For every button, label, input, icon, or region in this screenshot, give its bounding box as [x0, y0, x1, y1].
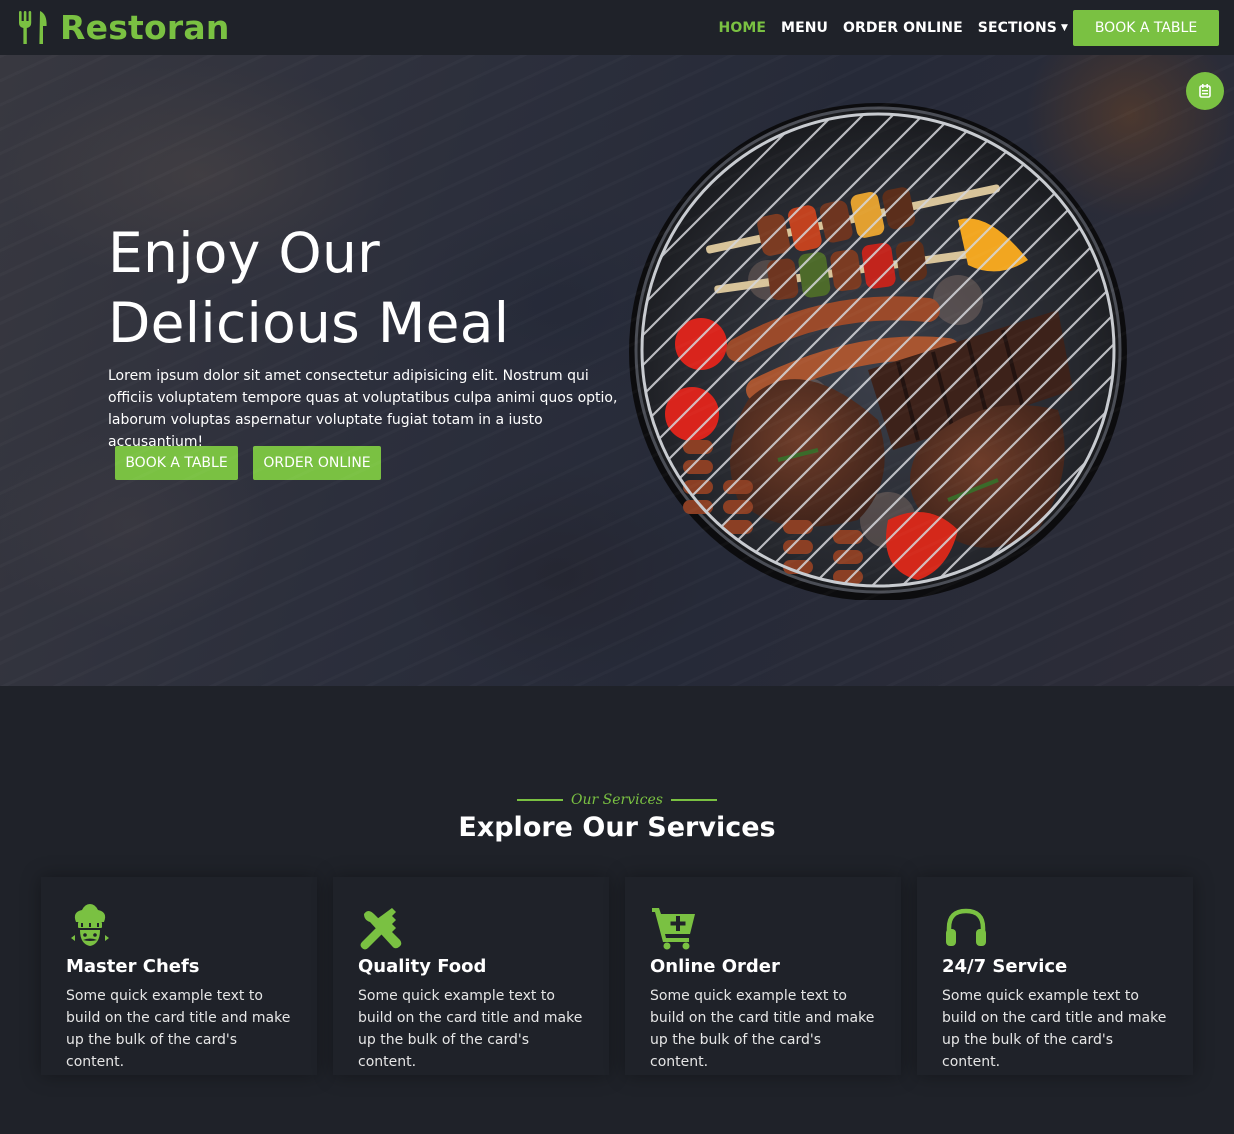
utensils-icon	[19, 11, 47, 44]
service-card-master-chefs[interactable]: Master Chefs Some quick example text to …	[41, 877, 317, 1075]
card-title: Online Order	[650, 956, 780, 977]
navbar: Restoran HOME MENU ORDER ONLINE SECTIONS…	[0, 0, 1234, 55]
card-title: Master Chefs	[66, 956, 200, 977]
service-card-online-order[interactable]: Online Order Some quick example text to …	[625, 877, 901, 1075]
cart-plus-icon	[652, 908, 695, 950]
hero-description: Lorem ipsum dolor sit amet consectetur a…	[108, 368, 618, 450]
nav-order-online[interactable]: ORDER ONLINE	[843, 20, 963, 36]
card-title: Quality Food	[358, 956, 487, 977]
services-section: Our Services Explore Our Services Master…	[0, 686, 1234, 1134]
hero-book-table-button[interactable]: BOOK A TABLE	[115, 446, 238, 480]
hero-title-line-2: Delicious Meal	[108, 291, 510, 355]
card-text: Some quick example text to build on the …	[942, 988, 1167, 1070]
service-card-24-7-service[interactable]: 24/7 Service Some quick example text to …	[917, 877, 1193, 1075]
card-text: Some quick example text to build on the …	[358, 988, 583, 1070]
nav-sections-dropdown[interactable]: SECTIONS ▼	[978, 20, 1068, 36]
brand-name: Restoran	[60, 8, 230, 47]
nav-home[interactable]: HOME	[719, 20, 767, 36]
hero-title-line-1: Enjoy Our	[108, 221, 381, 285]
nav-sections-label: SECTIONS	[977, 19, 1057, 36]
kicker-text: Our Services	[571, 792, 663, 808]
headset-icon	[946, 908, 986, 946]
brand-logo[interactable]: Restoran	[18, 8, 230, 48]
hero-section: Enjoy Our Delicious Meal Lorem ipsum dol…	[0, 55, 1234, 686]
utensils-cross-icon	[360, 908, 402, 950]
card-title: 24/7 Service	[942, 956, 1068, 977]
caret-down-icon: ▼	[1060, 22, 1068, 33]
service-card-quality-food[interactable]: Quality Food Some quick example text to …	[333, 877, 609, 1075]
kicker-line-left	[517, 799, 564, 801]
nav-menu[interactable]: MENU	[781, 20, 828, 36]
calendar-icon[interactable]	[1186, 72, 1224, 110]
card-text: Some quick example text to build on the …	[650, 988, 875, 1070]
bbq-grill-image	[628, 100, 1128, 601]
chef-hat-icon	[71, 904, 109, 946]
hero-order-online-button[interactable]: ORDER ONLINE	[253, 446, 381, 480]
hero-title: Enjoy Our Delicious Meal	[108, 218, 568, 358]
nav-book-table-button[interactable]: BOOK A TABLE	[1073, 10, 1219, 46]
main-nav: HOME MENU ORDER ONLINE SECTIONS ▼	[719, 0, 1068, 55]
kicker-line-right	[670, 799, 717, 801]
section-kicker: Our Services	[0, 790, 1234, 810]
card-text: Some quick example text to build on the …	[66, 988, 291, 1070]
section-title: Explore Our Services	[458, 812, 776, 843]
